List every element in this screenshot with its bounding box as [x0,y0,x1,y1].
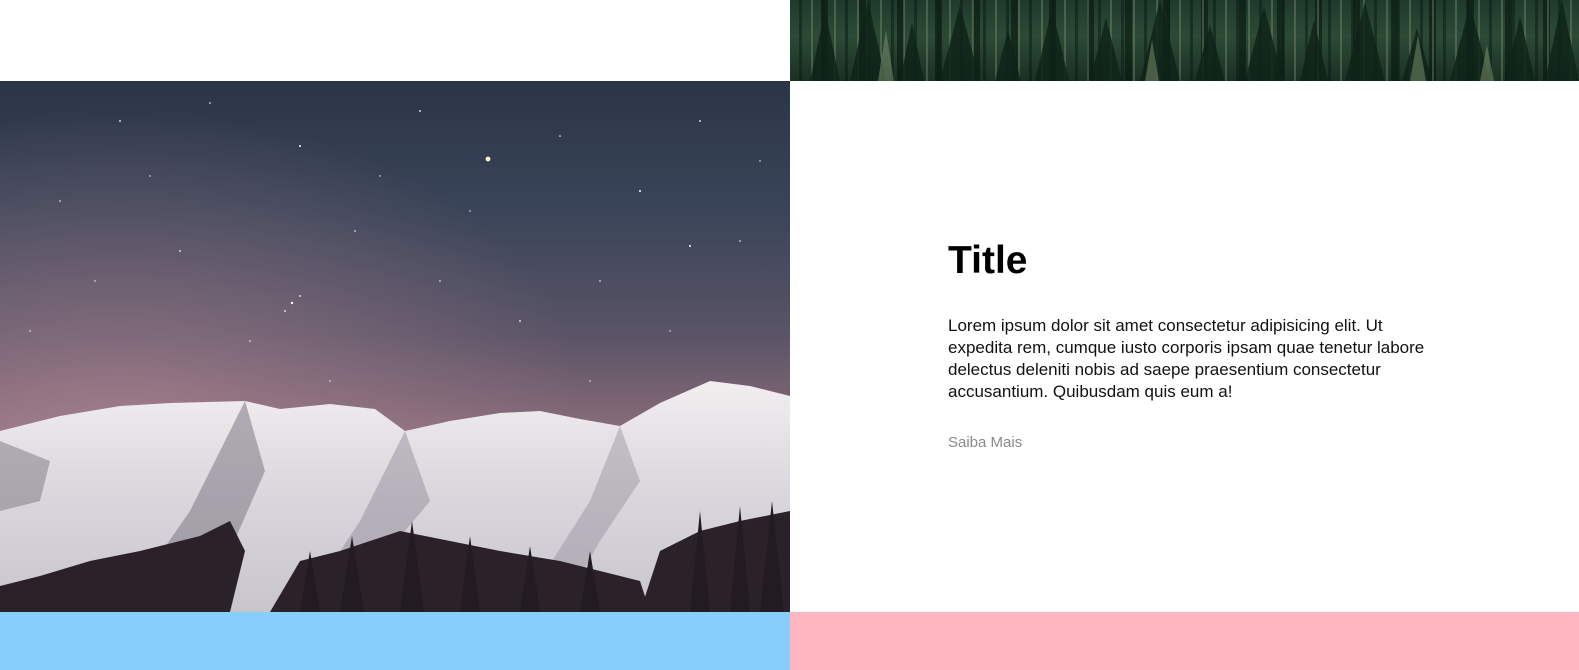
forest-treetops-image [790,0,1579,81]
mountain-night-graphic [0,81,790,612]
card-body-text: Lorem ipsum dolor sit amet consectetur a… [948,316,1425,401]
card-title: Title [948,239,1028,282]
bottom-left-color-bar [0,612,790,670]
saiba-mais-link[interactable]: Saiba Mais [948,433,1022,453]
content-card: Title Lorem ipsum dolor sit amet consect… [790,81,1579,612]
snowy-mountains-starry-night-image [0,81,790,612]
bottom-right-color-bar [790,612,1579,670]
forest-treetops-graphic [810,0,1579,81]
page: Title Lorem ipsum dolor sit amet consect… [0,0,1579,670]
top-left-blank-area [0,0,790,81]
